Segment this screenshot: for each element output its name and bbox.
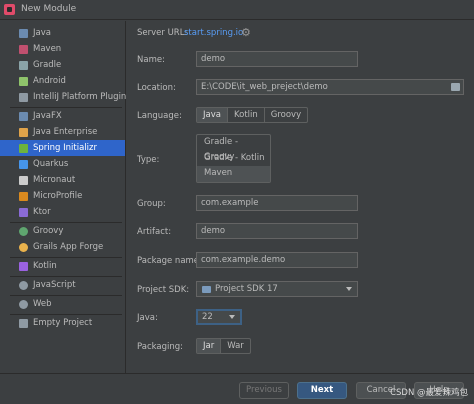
project-sdk-label: Project SDK: [137, 285, 190, 295]
java-enterprise-icon [19, 128, 28, 137]
sidebar-item-groovy[interactable]: Groovy [0, 223, 125, 239]
group-input[interactable]: com.example [196, 195, 358, 211]
empty-project-icon [19, 319, 28, 328]
maven-icon [19, 45, 28, 54]
sidebar-item-javascript[interactable]: JavaScript [0, 277, 125, 293]
micronaut-icon [19, 176, 28, 185]
next-button[interactable]: Next [297, 382, 347, 399]
chevron-down-icon [229, 315, 235, 319]
browse-folder-icon[interactable] [451, 83, 460, 91]
previous-button[interactable]: Previous [239, 382, 289, 399]
sidebar-item-android[interactable]: Android [0, 73, 125, 89]
java-module-icon [19, 29, 28, 38]
location-input[interactable]: E:\CODE\it_web_preject\demo [196, 79, 464, 95]
sidebar-item-grails-app-forge[interactable]: Grails App Forge [0, 239, 125, 255]
java-version-value: 22 [202, 312, 213, 322]
sidebar-item-gradle[interactable]: Gradle [0, 57, 125, 73]
sidebar-item-micronaut[interactable]: Micronaut [0, 172, 125, 188]
csdn-watermark: CSDN @最爱辣鸡包 [390, 388, 468, 398]
intellij-app-icon [4, 4, 15, 15]
project-sdk-value: Project SDK 17 [215, 284, 278, 294]
grails-icon [19, 243, 28, 252]
javafx-icon [19, 112, 28, 121]
sidebar-item-intellij-platform-plugin[interactable]: IntelliJ Platform Plugin [0, 89, 126, 105]
sidebar-item-kotlin[interactable]: Kotlin [0, 258, 125, 274]
packaging-option-war[interactable]: War [221, 339, 250, 353]
build-type-list: Gradle - Groovy Gradle - Kotlin Maven [196, 134, 271, 183]
package-name-input[interactable]: com.example.demo [196, 252, 358, 268]
package-name-label: Package name: [137, 256, 202, 266]
sidebar-item-java[interactable]: Java [0, 25, 125, 41]
javascript-icon [19, 281, 28, 290]
spring-icon [19, 144, 28, 153]
sidebar-item-java-enterprise[interactable]: Java Enterprise [0, 124, 125, 140]
language-option-java[interactable]: Java [197, 108, 228, 122]
java-version-label: Java: [137, 313, 158, 323]
name-input[interactable]: demo [196, 51, 358, 67]
sidebar-item-quarkus[interactable]: Quarkus [0, 156, 125, 172]
generator-sidebar: Java Maven Gradle Android IntelliJ Platf… [0, 21, 126, 373]
microprofile-icon [19, 192, 28, 201]
sidebar-item-maven[interactable]: Maven [0, 41, 125, 57]
type-option-gradle-groovy[interactable]: Gradle - Groovy [197, 135, 270, 162]
android-icon [19, 77, 28, 86]
sdk-folder-icon [202, 286, 211, 293]
chevron-down-icon [346, 287, 352, 291]
packaging-option-jar[interactable]: Jar [197, 339, 222, 353]
quarkus-icon [19, 160, 28, 169]
web-icon [19, 300, 28, 309]
artifact-label: Artifact: [137, 227, 172, 237]
gradle-icon [19, 61, 28, 70]
kotlin-icon [19, 262, 28, 271]
group-label: Group: [137, 199, 166, 209]
type-option-maven[interactable]: Maven [197, 166, 270, 182]
sidebar-item-microprofile[interactable]: MicroProfile [0, 188, 125, 204]
ktor-icon [19, 208, 28, 217]
sidebar-item-empty-project[interactable]: Empty Project [0, 315, 125, 331]
window-title: New Module [21, 4, 77, 14]
language-selector: Java Kotlin Groovy [196, 107, 309, 123]
packaging-label: Packaging: [137, 342, 184, 352]
type-label: Type: [137, 155, 160, 165]
java-version-select[interactable]: 22 [196, 309, 242, 325]
name-label: Name: [137, 55, 165, 65]
language-label: Language: [137, 111, 182, 121]
project-sdk-select[interactable]: Project SDK 17 [196, 281, 358, 297]
language-option-groovy[interactable]: Groovy [265, 108, 307, 122]
location-value: E:\CODE\it_web_preject\demo [201, 82, 328, 92]
sidebar-item-javafx[interactable]: JavaFX [0, 108, 125, 124]
sidebar-item-ktor[interactable]: Ktor [0, 204, 125, 220]
title-bar: New Module [0, 0, 474, 20]
packaging-selector: Jar War [196, 338, 251, 354]
server-url-link[interactable]: start.spring.io [184, 28, 243, 38]
type-option-gradle-kotlin[interactable]: Gradle - Kotlin [197, 151, 270, 167]
location-label: Location: [137, 83, 176, 93]
language-option-kotlin[interactable]: Kotlin [228, 108, 265, 122]
sidebar-item-web[interactable]: Web [0, 296, 125, 312]
sidebar-item-spring-initializr[interactable]: Spring Initializr [0, 140, 125, 156]
plugin-icon [19, 93, 28, 102]
gear-icon[interactable]: ⚙ [241, 26, 251, 39]
server-url-label: Server URL: [137, 28, 188, 38]
spring-initializr-form: Server URL: start.spring.io ⚙ Name: demo… [126, 21, 474, 373]
groovy-icon [19, 227, 28, 236]
dialog-footer: Previous Next Cancel Help CSDN @最爱辣鸡包 [0, 373, 474, 404]
artifact-input[interactable]: demo [196, 223, 358, 239]
